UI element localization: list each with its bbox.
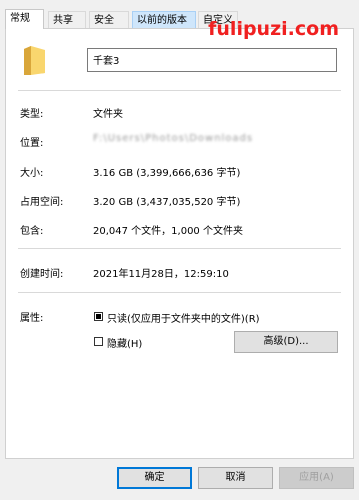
location-label: 位置: xyxy=(20,138,44,149)
contains-label: 包含: xyxy=(20,226,44,237)
watermark-text: fulipuzi.com xyxy=(208,18,339,40)
folder-name-field[interactable]: 千套3 xyxy=(87,48,337,72)
created-label: 创建时间: xyxy=(20,269,64,280)
size-label: 大小: xyxy=(20,168,44,179)
separator xyxy=(18,90,341,91)
size-value: 3.16 GB (3,399,666,636 字节) xyxy=(93,168,241,179)
readonly-checkbox[interactable] xyxy=(94,312,103,321)
type-value: 文件夹 xyxy=(93,109,123,120)
ok-button[interactable]: 确定 xyxy=(117,467,192,489)
readonly-label[interactable]: 只读(仅应用于文件夹中的文件)(R) xyxy=(107,310,260,325)
hidden-label[interactable]: 隐藏(H) xyxy=(107,335,142,350)
general-panel xyxy=(5,28,354,459)
contains-value: 20,047 个文件，1,000 个文件夹 xyxy=(93,226,243,237)
tab-general[interactable]: 常规 xyxy=(5,9,44,29)
location-value: F:\Users\Photos\Downloads xyxy=(93,133,254,144)
type-label: 类型: xyxy=(20,109,44,120)
created-value: 2021年11月28日，12:59:10 xyxy=(93,269,229,280)
separator xyxy=(18,248,341,249)
tab-sharing[interactable]: 共享 xyxy=(48,11,86,28)
attributes-label: 属性: xyxy=(20,313,44,324)
advanced-button[interactable]: 高级(D)... xyxy=(234,331,338,353)
hidden-checkbox[interactable] xyxy=(94,337,103,346)
cancel-button[interactable]: 取消 xyxy=(198,467,273,489)
tab-security[interactable]: 安全 xyxy=(89,11,129,28)
folder-icon xyxy=(24,46,45,75)
separator xyxy=(18,292,341,293)
disk-size-label: 占用空间: xyxy=(20,197,64,208)
tab-previous-versions[interactable]: 以前的版本 xyxy=(132,11,196,28)
disk-size-value: 3.20 GB (3,437,035,520 字节) xyxy=(93,197,241,208)
apply-button[interactable]: 应用(A) xyxy=(279,467,354,489)
